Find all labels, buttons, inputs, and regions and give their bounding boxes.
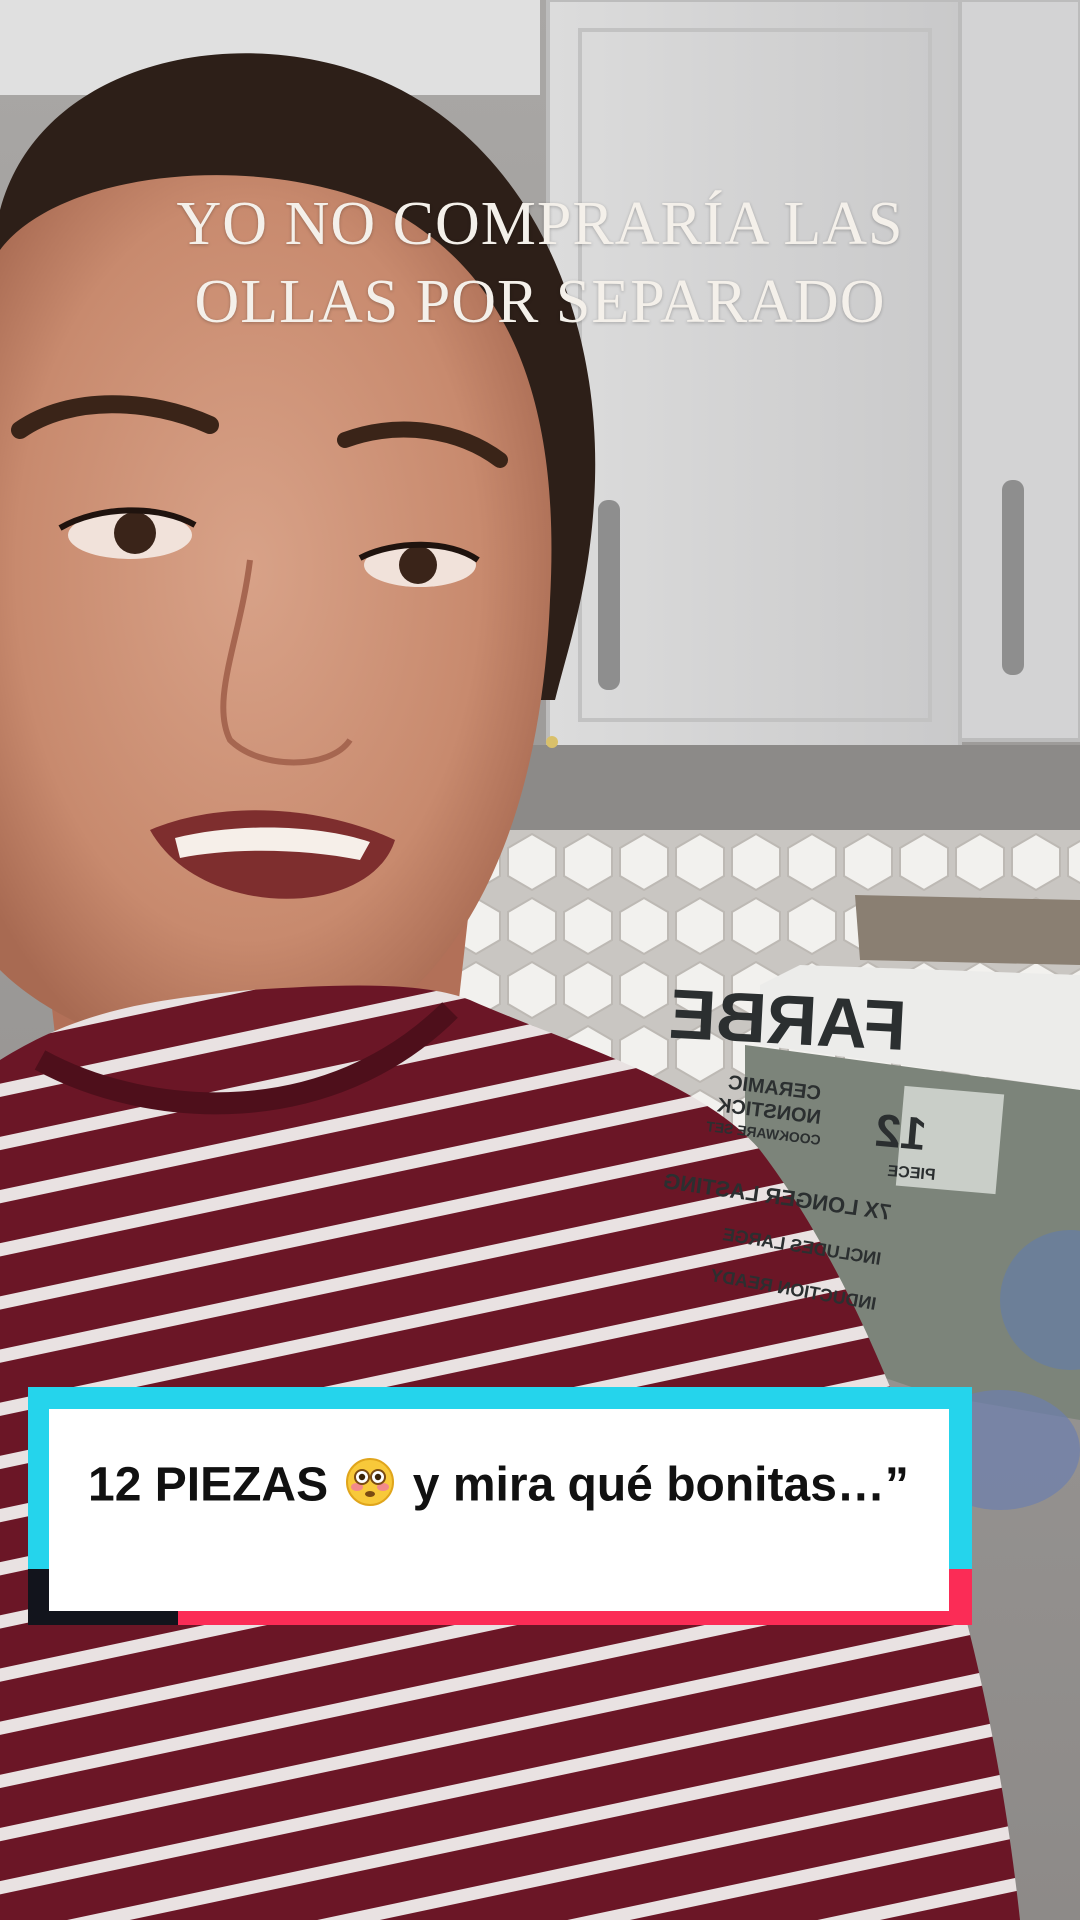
cabinet-handle-left	[598, 500, 620, 690]
cabinet-handle-right	[1002, 480, 1024, 675]
overlay-line-2: OLLAS POR SEPARADO	[194, 268, 886, 336]
box-brand-text: FARBE	[667, 975, 908, 1065]
caption-sticker: 12 PIEZAS y mira qué bonitas…”	[28, 1387, 972, 1639]
caption-remark: y mira qué bonitas…”	[412, 1458, 909, 1512]
flushed-face-icon	[345, 1457, 395, 1519]
caption-text: 12 PIEZAS y mira qué bonitas…”	[88, 1457, 928, 1519]
overlay-line-1: YO NO COMPRARÍA LAS	[176, 190, 904, 258]
box-count-text: 12	[873, 1104, 929, 1160]
caption-count: 12 PIEZAS	[88, 1458, 329, 1512]
overlay-title: YO NO COMPRARÍA LAS OLLAS POR SEPARADO	[0, 185, 1080, 341]
